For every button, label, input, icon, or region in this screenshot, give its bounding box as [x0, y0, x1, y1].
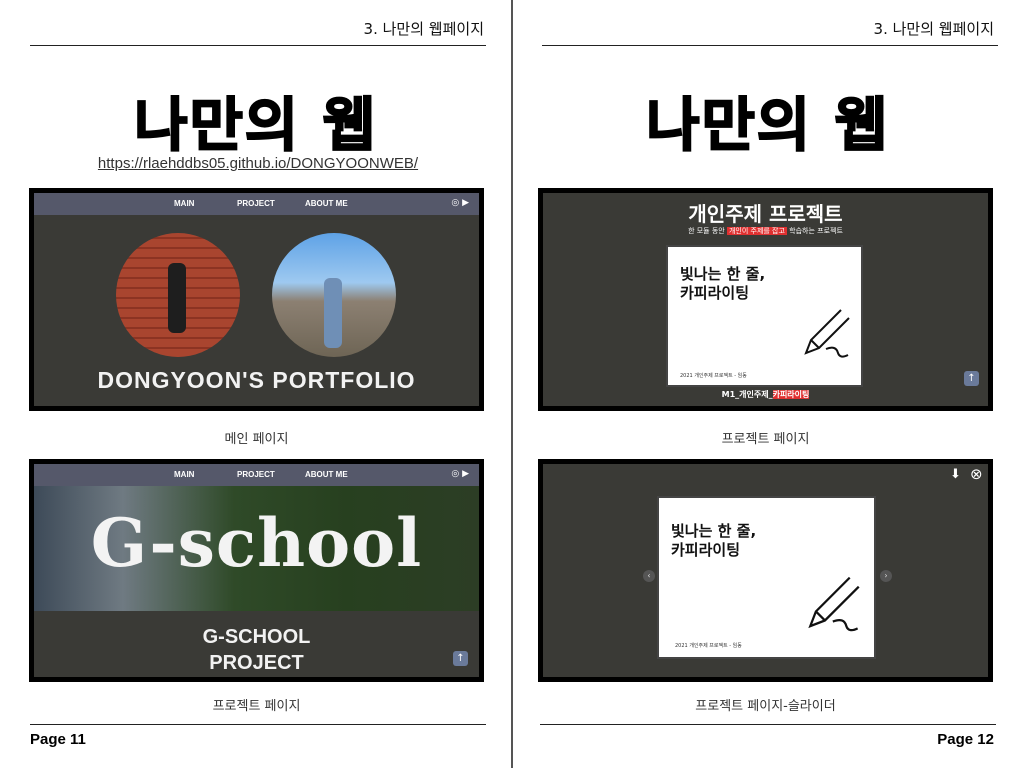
card-footer: 2021 개인주제 프로젝트 - 임동 [675, 643, 742, 649]
card-footer: 2021 개인주제 프로젝트 - 임동 [680, 373, 747, 379]
gschool-subtitle-line2: PROJECT [209, 652, 304, 674]
download-icon: ⬇ [950, 467, 961, 482]
gschool-screenshot: MAIN PROJECT ABOUT ME ◎ ▶ G-school G-SCH… [29, 459, 484, 682]
close-icon: ⊗ [970, 465, 983, 483]
footer-rule [540, 724, 996, 725]
website-link[interactable]: https://rlaehddbs05.github.io/DONGYOONWE… [0, 155, 516, 172]
project-label-bar: M1_개인주제_카피라이팅 [543, 389, 988, 400]
scroll-up-icon: ↑ [964, 371, 979, 386]
card-title: 빛나는 한 줄, 카피라이팅 [680, 265, 765, 303]
right-page: 3. 나만의 웹페이지 나만의 웹 개인주제 프로젝트 한 모듈 동안 개인이 … [512, 0, 1024, 768]
nav-item-about: ABOUT ME [305, 199, 348, 208]
project-page-screenshot: 개인주제 프로젝트 한 모듈 동안 개인이 주제를 잡고 학습하는 프로젝트 빛… [538, 188, 993, 411]
copywriting-card: 빛나는 한 줄, 카피라이팅 2021 개인주제 프로젝트 - 임동 [666, 245, 863, 387]
section-header: 3. 나만의 웹페이지 [363, 20, 484, 38]
navbar: MAIN PROJECT ABOUT ME ◎ ▶ [34, 193, 479, 215]
gschool-subtitle-line1: G-SCHOOL [202, 626, 311, 648]
project-subtitle: 한 모듈 동안 개인이 주제를 잡고 학습하는 프로젝트 [543, 226, 988, 236]
card-title-line1: 빛나는 한 줄, [680, 265, 766, 283]
left-page: 3. 나만의 웹페이지 나만의 웹 https://rlaehddbs05.gi… [0, 0, 512, 768]
page-number: Page 12 [937, 731, 994, 748]
subtitle-text-end: 학습하는 프로젝트 [786, 227, 843, 235]
caption-slider: 프로젝트 페이지-슬라이더 [695, 699, 836, 714]
subtitle-text: 한 모듈 동안 [688, 227, 727, 235]
gschool-logo-text: G-school [90, 504, 423, 582]
nav-item-about: ABOUT ME [305, 470, 348, 479]
section-header: 3. 나만의 웹페이지 [873, 20, 994, 38]
card-title-line1: 빛나는 한 줄, [671, 522, 757, 540]
gschool-subtitle: G-SCHOOL PROJECT [34, 624, 479, 676]
card-title: 빛나는 한 줄, 카피라이팅 [671, 522, 756, 560]
nav-item-main: MAIN [174, 199, 195, 208]
page-title: 나만의 웹 [133, 90, 378, 160]
nav-item-project: PROJECT [237, 199, 275, 208]
scroll-up-icon: ↑ [453, 651, 468, 666]
card-title-line2: 카피라이팅 [680, 283, 750, 302]
caption-project: 프로젝트 페이지 [721, 432, 810, 447]
fountain-pen-icon [804, 309, 850, 358]
slider-screenshot: 빛나는 한 줄, 카피라이팅 2021 개인주제 프로젝트 - 임동 ‹ › ⬇… [538, 459, 993, 682]
project-label: M1_개인주제_ [721, 390, 773, 399]
profile-photo-brick [116, 233, 240, 357]
nav-item-main: MAIN [174, 470, 195, 479]
navbar: MAIN PROJECT ABOUT ME ◎ ▶ [34, 464, 479, 486]
social-icons: ◎ ▶ [451, 198, 469, 208]
slider-prev-icon: ‹ [643, 570, 655, 582]
page-title: 나만의 웹 [645, 90, 890, 160]
main-page-screenshot: MAIN PROJECT ABOUT ME ◎ ▶ DONGYOON'S POR… [29, 188, 484, 411]
caption-main: 메인 페이지 [224, 432, 289, 447]
header-rule [30, 45, 486, 46]
subtitle-highlight: 개인이 주제를 잡고 [726, 227, 787, 235]
card-title-line2: 카피라이팅 [671, 540, 741, 559]
page-number: Page 11 [30, 731, 86, 748]
profile-photo-sky [272, 233, 396, 357]
slider-next-icon: › [880, 570, 892, 582]
footer-rule [30, 724, 486, 725]
nav-item-project: PROJECT [237, 470, 275, 479]
caption-gschool: 프로젝트 페이지 [212, 699, 301, 714]
header-rule [542, 45, 998, 46]
slider-card: 빛나는 한 줄, 카피라이팅 2021 개인주제 프로젝트 - 임동 [657, 496, 876, 659]
portfolio-title: DONGYOON'S PORTFOLIO [97, 367, 416, 393]
social-icons: ◎ ▶ [451, 469, 469, 479]
project-title: 개인주제 프로젝트 [688, 202, 843, 226]
project-label-highlight: 카피라이팅 [772, 390, 810, 399]
fountain-pen-icon [808, 576, 860, 632]
